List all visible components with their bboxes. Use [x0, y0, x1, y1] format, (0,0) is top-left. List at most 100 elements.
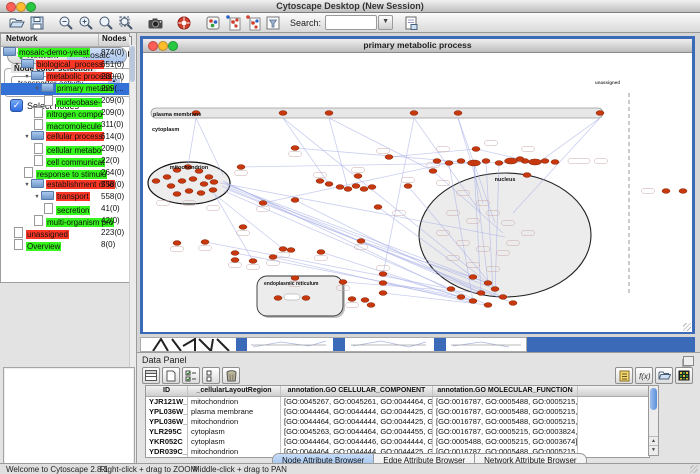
table-scrollbar-thumb[interactable]	[650, 388, 657, 410]
table-cell[interactable]: YLR295C	[146, 427, 188, 437]
tree-row[interactable]: cellular metabo209(0)	[1, 143, 129, 155]
graph-node[interactable]	[178, 179, 186, 184]
select-attributes-button[interactable]	[182, 367, 200, 384]
graph-node[interactable]	[336, 185, 344, 190]
table-cell[interactable]: [GO:0016787, GO:0005488, GO:0005215, G..…	[433, 397, 578, 407]
table-column-header[interactable]: ID	[146, 386, 188, 396]
tree-row-label[interactable]: macromolecule	[46, 122, 102, 131]
graph-node[interactable]	[210, 180, 218, 185]
graph-node[interactable]	[499, 295, 507, 300]
graph-node[interactable]	[385, 155, 393, 160]
table-cell[interactable]: [GO:0045267, GO:0045261, GO:0044464, G..…	[281, 397, 433, 407]
tree-row[interactable]: ▼cellular process614(0)	[1, 131, 129, 143]
table-cell[interactable]: [GO:0016787, GO:0005488, GO:0005215, G..…	[433, 417, 578, 427]
tree-row[interactable]: multi-organism pro42(0)	[1, 215, 129, 227]
graph-node[interactable]	[197, 191, 205, 196]
tree-row-label[interactable]: biological_process	[36, 60, 104, 69]
graph-node[interactable]	[410, 111, 418, 116]
graph-node[interactable]	[379, 281, 387, 286]
graph-node[interactable]	[231, 251, 239, 256]
zoom-out-button[interactable]	[57, 14, 75, 31]
graph-node[interactable]	[249, 259, 257, 264]
tree-row[interactable]: cell communicat22(0)	[1, 155, 129, 167]
import-attributes-button[interactable]	[655, 367, 673, 384]
graph-node[interactable]	[457, 295, 465, 300]
help-button[interactable]	[175, 14, 193, 31]
matrix-view-button[interactable]	[675, 367, 693, 384]
window-resize-grip[interactable]	[683, 323, 691, 331]
graph-node[interactable]	[302, 296, 310, 301]
graph-node[interactable]	[239, 225, 247, 230]
graph-node[interactable]	[352, 184, 360, 189]
table-cell[interactable]: [GO:0044464, GO:0044444, GO:0044425, G..…	[281, 417, 433, 427]
graph-node[interactable]	[189, 177, 197, 182]
graph-node[interactable]	[231, 258, 239, 263]
table-cell[interactable]: YJR121W__1	[146, 397, 188, 407]
graph-node[interactable]	[291, 198, 299, 203]
graph-node[interactable]	[374, 205, 382, 210]
graph-node[interactable]	[259, 201, 267, 206]
snapshot-button[interactable]	[146, 14, 164, 31]
expand-arrow-icon[interactable]: ▼	[33, 83, 41, 95]
graph-node[interactable]	[495, 161, 503, 166]
graph-node[interactable]	[167, 184, 175, 189]
new-attribute-button[interactable]	[162, 367, 180, 384]
expand-arrow-icon[interactable]: ▼	[33, 191, 41, 203]
graph-node[interactable]	[200, 182, 208, 187]
graph-node[interactable]	[173, 192, 181, 197]
table-row[interactable]: YPL036W__1mitochondrion[GO:0044464, GO:0…	[146, 417, 649, 427]
tree-row-label[interactable]: mosaic-demo-yeast	[18, 48, 90, 57]
tree-scrollbar[interactable]	[129, 45, 130, 283]
tree-row[interactable]: secretion41(0)	[1, 203, 129, 215]
graph-node[interactable]	[279, 111, 287, 116]
graph-node[interactable]	[205, 175, 213, 180]
table-cell[interactable]: plasma membrane	[188, 407, 281, 417]
table-cell[interactable]: cytoplasm	[188, 437, 281, 447]
attribute-list-button[interactable]	[615, 367, 633, 384]
table-scrollbar[interactable]: ▲ ▼	[648, 385, 659, 456]
tree-row[interactable]: ▼metabolic process280(0)	[1, 71, 129, 83]
graph-node[interactable]	[279, 247, 287, 252]
graph-node[interactable]	[379, 291, 387, 296]
float-data-panel-icon[interactable]	[683, 356, 694, 366]
tree-row-label[interactable]: unassigned	[26, 230, 69, 239]
graph-node[interactable]	[433, 159, 441, 164]
graph-node[interactable]	[291, 146, 299, 151]
birds-eye-view-panel[interactable]	[3, 367, 135, 474]
search-input[interactable]	[325, 15, 377, 30]
graph-node[interactable]	[173, 241, 181, 246]
graph-node[interactable]	[469, 275, 477, 280]
graph-node[interactable]	[287, 248, 295, 253]
graph-node[interactable]	[361, 298, 369, 303]
tree-row[interactable]: ▼establishment of lo558(0)	[1, 179, 129, 191]
graph-node[interactable]	[551, 160, 559, 165]
table-cell[interactable]: [GO:0044464, GO:0044446, GO:0044444, G..…	[281, 437, 433, 447]
search-dropdown-button[interactable]: ▼	[378, 15, 393, 30]
expand-arrow-icon[interactable]: ▼	[13, 59, 21, 71]
table-column-header[interactable]: annotation.GO MOLECULAR_FUNCTION	[433, 386, 578, 396]
tree-row[interactable]: response to stimulu264(0)	[1, 167, 129, 179]
graph-node[interactable]	[523, 173, 531, 178]
table-cell[interactable]: YKR052C	[146, 437, 188, 447]
expand-arrow-icon[interactable]: ▼	[23, 71, 31, 83]
tree-row[interactable]: macromolecule311(0)	[1, 119, 129, 131]
graph-node[interactable]	[274, 296, 282, 301]
graph-node[interactable]	[291, 276, 299, 281]
attribute-browser-button[interactable]	[402, 14, 420, 31]
graph-node[interactable]	[429, 169, 437, 174]
graph-node[interactable]	[344, 187, 352, 192]
tree-row[interactable]: ▼primary metabo209(...	[1, 83, 129, 95]
table-cell[interactable]: YDR039C__1	[146, 447, 188, 457]
graph-node[interactable]	[209, 188, 217, 193]
graph-node[interactable]	[325, 111, 333, 116]
table-column-header[interactable]: _cellularLayoutRegion	[188, 386, 281, 396]
table-cell[interactable]: YPL036W__1	[146, 417, 188, 427]
graph-node[interactable]	[529, 159, 542, 165]
graph-node[interactable]	[316, 179, 324, 184]
tree-column-nodes[interactable]: Nodes	[102, 34, 126, 43]
tree-row-label[interactable]: Overview	[26, 242, 61, 251]
table-row[interactable]: YJR121W__1mitochondrion[GO:0045267, GO:0…	[146, 397, 649, 407]
graph-node[interactable]	[482, 159, 490, 164]
filter-button[interactable]	[264, 14, 282, 31]
tree-row-label[interactable]: secretion	[56, 206, 90, 215]
